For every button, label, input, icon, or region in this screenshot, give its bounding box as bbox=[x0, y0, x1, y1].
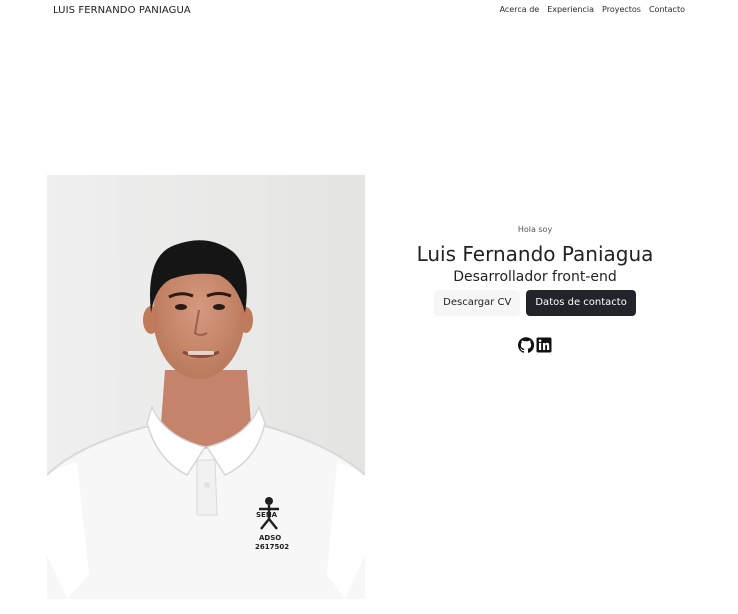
top-navbar: LUIS FERNANDO PANIAGUA Acerca de Experie… bbox=[0, 0, 738, 22]
download-cv-button[interactable]: Descargar CV bbox=[434, 290, 521, 316]
site-logo[interactable]: LUIS FERNANDO PANIAGUA bbox=[53, 5, 191, 16]
shirt-text-code: 2617502 bbox=[255, 543, 289, 551]
nav-link-proyectos[interactable]: Proyectos bbox=[602, 5, 641, 14]
shirt-text-adso: ADSO bbox=[259, 534, 281, 542]
nav-link-contacto[interactable]: Contacto bbox=[649, 5, 685, 14]
hero-intro: Hola soy Luis Fernando Paniagua Desarrol… bbox=[395, 225, 675, 353]
profile-photo: SENA ADSO 2617502 bbox=[47, 175, 365, 599]
contact-info-button[interactable]: Datos de contacto bbox=[526, 290, 636, 316]
greeting-text: Hola soy bbox=[517, 225, 553, 234]
hero-role: Desarrollador front-end bbox=[453, 269, 617, 285]
nav-link-acerca[interactable]: Acerca de bbox=[500, 5, 540, 14]
hero-buttons: Descargar CV Datos de contacto bbox=[395, 290, 675, 316]
linkedin-icon[interactable] bbox=[536, 337, 552, 353]
nav-link-experiencia[interactable]: Experiencia bbox=[547, 5, 594, 14]
github-icon[interactable] bbox=[518, 337, 534, 353]
shirt-logo-text: SENA bbox=[256, 511, 278, 519]
nav-menu: Acerca de Experiencia Proyectos Contacto bbox=[500, 5, 685, 14]
hero-name: Luis Fernando Paniagua bbox=[416, 242, 654, 266]
social-links bbox=[395, 337, 675, 353]
